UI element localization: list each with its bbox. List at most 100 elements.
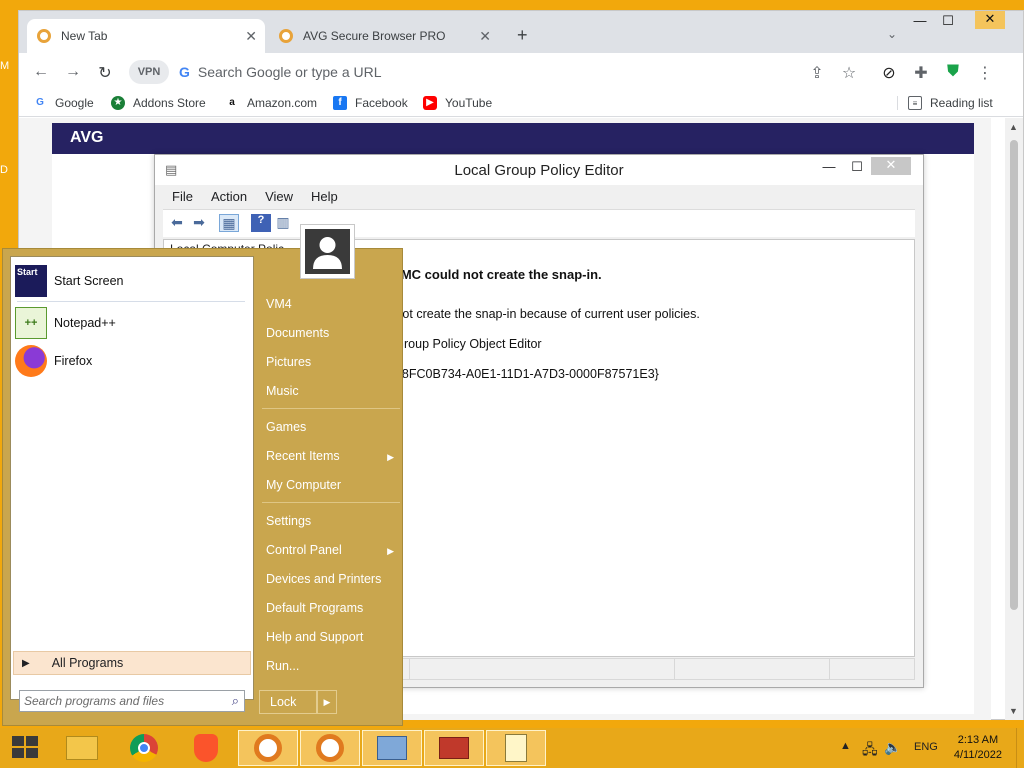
show-hide-action-pane-icon[interactable]: ▥ <box>273 214 293 232</box>
tab-avg-secure-browser[interactable]: AVG Secure Browser PRO ✕ <box>269 19 499 53</box>
taskbar-notepad[interactable] <box>486 730 546 766</box>
show-hidden-icons-arrow[interactable]: ▲ <box>840 740 851 752</box>
amazon-icon: a <box>229 97 235 108</box>
start-menu-games[interactable]: Games <box>266 420 400 434</box>
taskbar-avg-browser-2[interactable] <box>300 730 360 766</box>
bookmark-star-icon[interactable]: ☆ <box>837 63 861 83</box>
start-menu-pictures[interactable]: Pictures <box>266 355 400 369</box>
taskbar-clock[interactable]: 2:13 AM 4/11/2022 <box>954 733 1002 763</box>
taskbar-file-explorer[interactable] <box>52 730 112 766</box>
extensions-puzzle-icon[interactable]: ✚ <box>909 63 933 83</box>
tab-search-chevron-icon[interactable]: ⌄ <box>887 27 897 41</box>
start-search-input[interactable] <box>20 694 220 708</box>
gpe-menu-bar: File Action View Help <box>163 187 347 209</box>
maximize-button[interactable]: ☐ <box>933 13 963 29</box>
item-label: Default Programs <box>266 601 364 615</box>
bookmark-youtube[interactable]: ▶ YouTube <box>423 96 492 110</box>
adblock-extension-icon[interactable]: ⊘ <box>877 63 901 83</box>
scroll-down-icon[interactable]: ▼ <box>1009 706 1018 716</box>
show-hide-tree-icon[interactable]: ▦ <box>219 214 239 232</box>
page-scrollbar[interactable]: ▲ ▼ <box>1005 118 1023 720</box>
bookmark-addons-store[interactable]: ★ Addons Store <box>111 96 206 110</box>
scroll-up-icon[interactable]: ▲ <box>1009 122 1018 132</box>
forward-icon[interactable]: → <box>61 63 85 81</box>
pinned-firefox[interactable]: Firefox <box>15 345 92 377</box>
tab-label: AVG Secure Browser PRO <box>303 29 446 43</box>
bookmark-facebook[interactable]: f Facebook <box>333 96 408 110</box>
start-menu-devices-and-printers[interactable]: Devices and Printers <box>266 572 400 586</box>
omnibox-input[interactable] <box>197 64 758 80</box>
avg-browser-icon <box>316 734 344 762</box>
bookmark-google[interactable]: G Google <box>33 96 94 110</box>
avg-logo: AVG <box>70 129 104 146</box>
menu-view[interactable]: View <box>256 187 302 209</box>
taskbar-mmc[interactable] <box>362 730 422 766</box>
start-button[interactable] <box>0 730 50 766</box>
search-icon[interactable]: ⌕ <box>232 693 239 709</box>
start-menu-music[interactable]: Music <box>266 384 400 398</box>
start-menu-recent-items[interactable]: Recent Items ▶ <box>266 449 400 463</box>
chrome-icon <box>130 734 158 762</box>
start-menu-settings[interactable]: Settings <box>266 514 400 528</box>
back-arrow-icon[interactable]: ⬅ <box>167 214 187 232</box>
forward-arrow-icon[interactable]: ➡ <box>189 214 209 232</box>
start-menu: Start Start Screen ++ Notepad++ Firefox … <box>2 248 403 726</box>
close-icon[interactable]: ✕ <box>479 28 491 45</box>
power-options-arrow-icon[interactable]: ▶ <box>317 690 337 714</box>
reading-list-button[interactable]: ≡ Reading list <box>897 96 993 110</box>
show-desktop-button[interactable] <box>1016 728 1024 768</box>
bookmark-amazon[interactable]: a Amazon.com <box>225 96 317 110</box>
help-icon[interactable]: ? <box>251 214 271 232</box>
scrollbar-thumb[interactable] <box>1010 140 1018 610</box>
tab-new-tab[interactable]: New Tab ✕ <box>27 19 265 53</box>
share-icon[interactable]: ⇪ <box>805 63 829 83</box>
address-bar[interactable]: G <box>169 59 849 85</box>
start-menu-documents[interactable]: Documents <box>266 326 400 340</box>
gpe-title-bar[interactable]: ▤ Local Group Policy Editor — ☐ ✕ <box>155 155 923 185</box>
bookmark-label: YouTube <box>445 96 493 110</box>
taskbar-chrome[interactable] <box>114 730 174 766</box>
shield-extension-icon[interactable]: ⛊ <box>941 63 965 81</box>
all-programs-button[interactable]: ▶ All Programs <box>13 651 251 675</box>
new-tab-button[interactable]: + <box>517 25 528 46</box>
vpn-button[interactable]: VPN <box>129 60 169 84</box>
user-account-picture[interactable] <box>300 224 355 279</box>
close-icon[interactable]: ✕ <box>245 28 257 45</box>
menu-file[interactable]: File <box>163 187 202 209</box>
start-menu-help-and-support[interactable]: Help and Support <box>266 630 400 644</box>
minimize-button[interactable]: — <box>905 13 935 28</box>
start-screen-icon-text: Start <box>17 267 38 277</box>
notepad-plus-plus-icon: ++ <box>15 307 47 339</box>
clock-date: 4/11/2022 <box>953 749 1002 761</box>
close-window-button[interactable]: ✕ <box>975 11 1005 29</box>
back-icon[interactable]: ← <box>29 63 53 81</box>
lock-button[interactable]: Lock <box>259 690 317 714</box>
taskbar-avg-browser-1[interactable] <box>238 730 298 766</box>
bookmark-label: Addons Store <box>133 96 206 110</box>
avg-browser-icon <box>37 29 51 43</box>
start-search-box[interactable]: ⌕ <box>19 690 245 712</box>
start-menu-run[interactable]: Run... <box>266 659 400 673</box>
menu-help[interactable]: Help <box>302 187 347 209</box>
bookmark-label: Amazon.com <box>247 96 318 110</box>
pinned-notepad-plus-plus[interactable]: ++ Notepad++ <box>15 307 116 339</box>
volume-muted-icon[interactable]: 🔈 <box>884 739 901 756</box>
language-indicator[interactable]: ENG <box>914 741 938 753</box>
taskbar-toolbox-app[interactable] <box>424 730 484 766</box>
taskbar-brave[interactable] <box>176 730 236 766</box>
item-label: My Computer <box>266 478 342 492</box>
start-menu-default-programs[interactable]: Default Programs <box>266 601 400 615</box>
item-label: Recent Items <box>266 449 340 463</box>
network-icon[interactable]: 🖧 <box>862 739 878 763</box>
start-menu-vm4[interactable]: VM4 <box>266 297 400 311</box>
reload-icon[interactable]: ↻ <box>93 63 117 83</box>
close-button[interactable]: ✕ <box>871 157 911 175</box>
pinned-start-screen[interactable]: Start Start Screen <box>15 265 123 297</box>
status-divider <box>674 659 675 679</box>
menu-action[interactable]: Action <box>202 187 256 209</box>
start-menu-control-panel[interactable]: Control Panel ▶ <box>266 543 400 557</box>
item-label: Control Panel <box>266 543 342 557</box>
menu-dots-icon[interactable]: ⋮ <box>973 63 997 83</box>
start-menu-my-computer[interactable]: My Computer <box>266 478 400 492</box>
pinned-label: Firefox <box>54 354 93 368</box>
